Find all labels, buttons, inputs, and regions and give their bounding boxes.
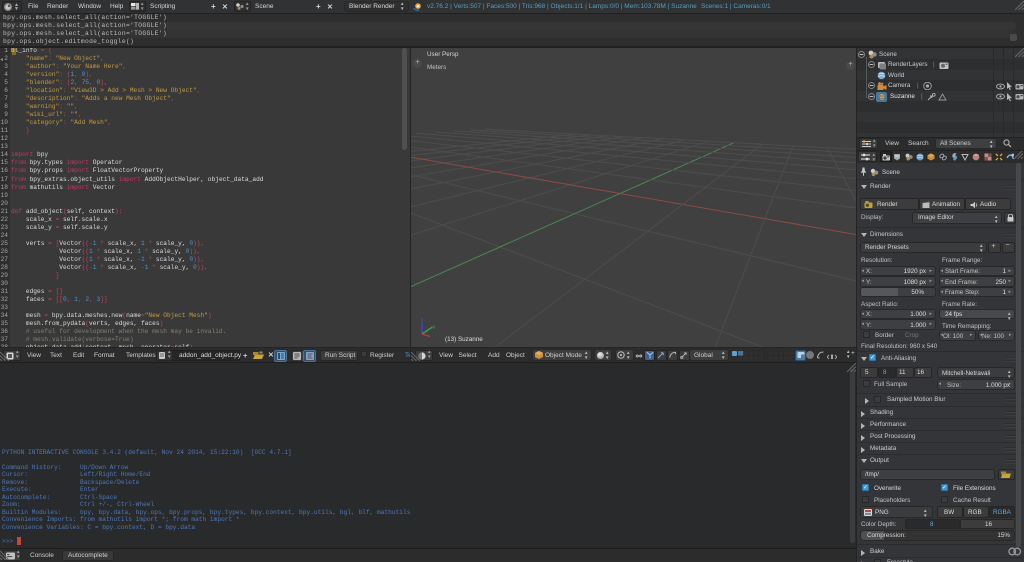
svg-text:z: z bbox=[421, 317, 424, 322]
svg-text:y: y bbox=[433, 324, 436, 329]
